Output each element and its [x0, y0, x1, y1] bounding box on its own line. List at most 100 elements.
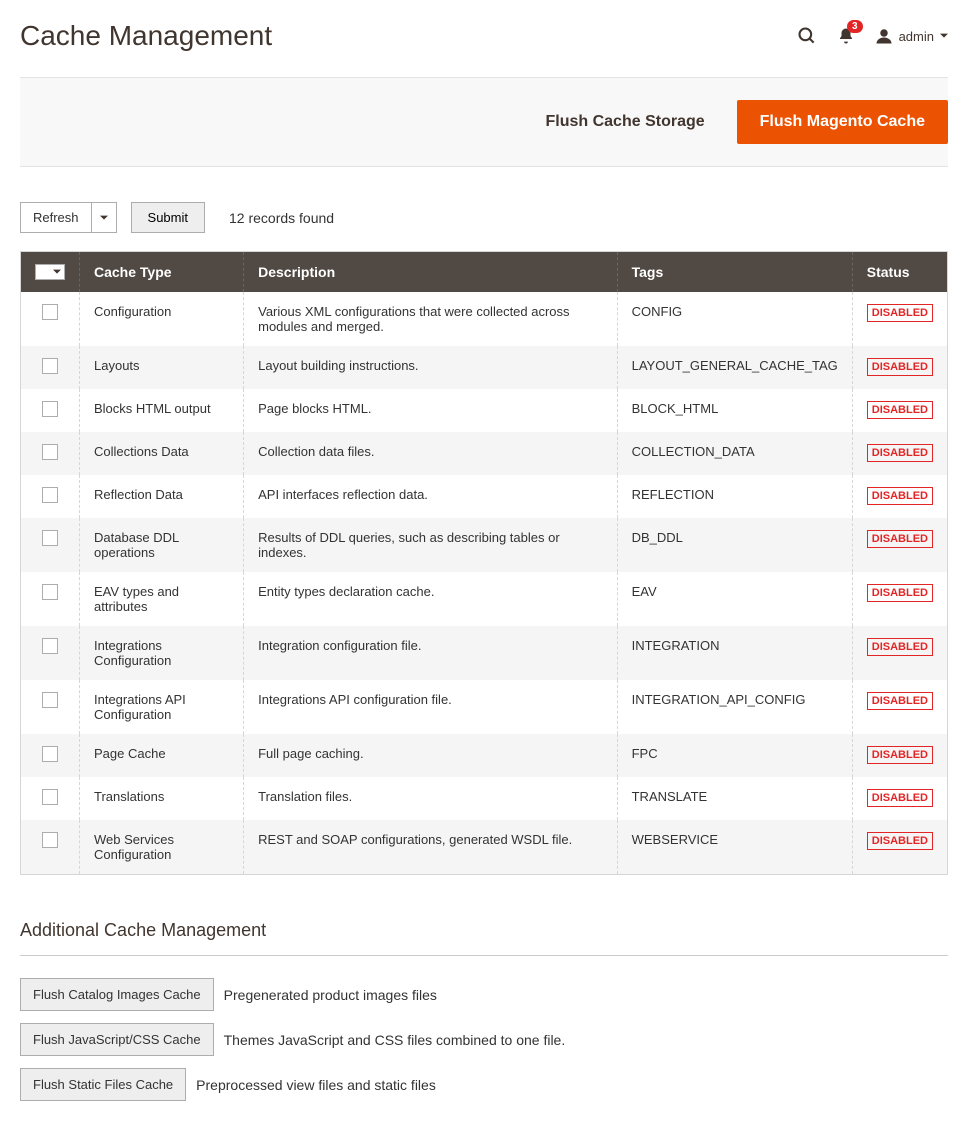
- status-badge: DISABLED: [867, 487, 933, 505]
- notifications-icon[interactable]: 3: [837, 26, 855, 46]
- additional-row: Flush JavaScript/CSS Cache Themes JavaScr…: [20, 1023, 948, 1056]
- cell-desc: REST and SOAP configurations, generated …: [244, 820, 618, 875]
- page-title: Cache Management: [20, 20, 272, 52]
- cell-type: Reflection Data: [80, 475, 244, 518]
- row-checkbox[interactable]: [42, 584, 58, 600]
- cell-tags: WEBSERVICE: [617, 820, 852, 875]
- cell-type: Translations: [80, 777, 244, 820]
- row-checkbox[interactable]: [42, 789, 58, 805]
- user-menu[interactable]: admin: [875, 27, 948, 45]
- cell-desc: Full page caching.: [244, 734, 618, 777]
- cell-type: Blocks HTML output: [80, 389, 244, 432]
- row-checkbox[interactable]: [42, 638, 58, 654]
- status-badge: DISABLED: [867, 789, 933, 807]
- select-all-checkbox[interactable]: [35, 264, 65, 280]
- cell-tags: REFLECTION: [617, 475, 852, 518]
- status-badge: DISABLED: [867, 530, 933, 548]
- cell-type: Configuration: [80, 292, 244, 346]
- table-row: TranslationsTranslation files.TRANSLATE D…: [21, 777, 948, 820]
- flush-magento-cache-button[interactable]: Flush Magento Cache: [737, 100, 948, 144]
- submit-button[interactable]: Submit: [131, 202, 205, 233]
- flush-desc: Preprocessed view files and static files: [196, 1077, 436, 1093]
- table-row: Collections DataCollection data files.CO…: [21, 432, 948, 475]
- cell-type: Web Services Configuration: [80, 820, 244, 875]
- cell-desc: Entity types declaration cache.: [244, 572, 618, 626]
- cell-desc: Results of DDL queries, such as describi…: [244, 518, 618, 572]
- records-found: 12 records found: [229, 210, 334, 226]
- table-row: Blocks HTML outputPage blocks HTML.BLOCK…: [21, 389, 948, 432]
- user-label: admin: [899, 29, 934, 44]
- cell-desc: Collection data files.: [244, 432, 618, 475]
- caret-down-icon: [53, 268, 61, 276]
- cell-desc: Layout building instructions.: [244, 346, 618, 389]
- cell-desc: Translation files.: [244, 777, 618, 820]
- status-badge: DISABLED: [867, 401, 933, 419]
- cell-tags: DB_DDL: [617, 518, 852, 572]
- row-checkbox[interactable]: [42, 304, 58, 320]
- table-row: EAV types and attributesEntity types dec…: [21, 572, 948, 626]
- row-checkbox[interactable]: [42, 358, 58, 374]
- status-badge: DISABLED: [867, 746, 933, 764]
- status-badge: DISABLED: [867, 304, 933, 322]
- notification-badge: 3: [847, 20, 863, 33]
- row-checkbox[interactable]: [42, 832, 58, 848]
- status-badge: DISABLED: [867, 444, 933, 462]
- row-checkbox[interactable]: [42, 401, 58, 417]
- cell-type: Layouts: [80, 346, 244, 389]
- table-row: Integrations API ConfigurationIntegratio…: [21, 680, 948, 734]
- cell-type: Page Cache: [80, 734, 244, 777]
- col-header-tags[interactable]: Tags: [617, 252, 852, 293]
- flush-button[interactable]: Flush JavaScript/CSS Cache: [20, 1023, 214, 1056]
- cell-tags: TRANSLATE: [617, 777, 852, 820]
- cell-desc: Various XML configurations that were col…: [244, 292, 618, 346]
- cell-desc: Page blocks HTML.: [244, 389, 618, 432]
- status-badge: DISABLED: [867, 832, 933, 850]
- cell-type: Database DDL operations: [80, 518, 244, 572]
- status-badge: DISABLED: [867, 692, 933, 710]
- cell-tags: BLOCK_HTML: [617, 389, 852, 432]
- caret-down-icon: [91, 203, 116, 232]
- cell-desc: Integrations API configuration file.: [244, 680, 618, 734]
- row-checkbox[interactable]: [42, 746, 58, 762]
- cell-type: Integrations API Configuration: [80, 680, 244, 734]
- row-checkbox[interactable]: [42, 692, 58, 708]
- divider: [20, 955, 948, 956]
- cell-type: Integrations Configuration: [80, 626, 244, 680]
- cell-tags: EAV: [617, 572, 852, 626]
- col-header-status[interactable]: Status: [852, 252, 947, 293]
- status-badge: DISABLED: [867, 584, 933, 602]
- cell-desc: API interfaces reflection data.: [244, 475, 618, 518]
- additional-row: Flush Catalog Images Cache Pregenerated p…: [20, 978, 948, 1011]
- cell-type: Collections Data: [80, 432, 244, 475]
- additional-title: Additional Cache Management: [20, 920, 948, 941]
- cell-desc: Integration configuration file.: [244, 626, 618, 680]
- table-row: LayoutsLayout building instructions.LAYO…: [21, 346, 948, 389]
- table-row: Page CacheFull page caching.FPC DISABLED: [21, 734, 948, 777]
- col-header-desc[interactable]: Description: [244, 252, 618, 293]
- cell-tags: LAYOUT_GENERAL_CACHE_TAG: [617, 346, 852, 389]
- table-row: Database DDL operationsResults of DDL qu…: [21, 518, 948, 572]
- flush-desc: Themes JavaScript and CSS files combined…: [224, 1032, 566, 1048]
- table-row: Integrations ConfigurationIntegration co…: [21, 626, 948, 680]
- flush-button[interactable]: Flush Catalog Images Cache: [20, 978, 214, 1011]
- cell-type: EAV types and attributes: [80, 572, 244, 626]
- cell-tags: INTEGRATION_API_CONFIG: [617, 680, 852, 734]
- additional-row: Flush Static Files Cache Preprocessed vie…: [20, 1068, 948, 1101]
- flush-cache-storage-button[interactable]: Flush Cache Storage: [527, 103, 722, 141]
- col-header-type[interactable]: Cache Type: [80, 252, 244, 293]
- cache-table: Cache Type Description Tags Status Confi…: [20, 251, 948, 875]
- status-badge: DISABLED: [867, 638, 933, 656]
- table-row: ConfigurationVarious XML configurations …: [21, 292, 948, 346]
- cell-tags: COLLECTION_DATA: [617, 432, 852, 475]
- user-icon: [875, 27, 893, 45]
- row-checkbox[interactable]: [42, 487, 58, 503]
- flush-desc: Pregenerated product images files: [224, 987, 437, 1003]
- cell-tags: CONFIG: [617, 292, 852, 346]
- flush-button[interactable]: Flush Static Files Cache: [20, 1068, 186, 1101]
- search-icon[interactable]: [797, 26, 817, 46]
- row-checkbox[interactable]: [42, 530, 58, 546]
- table-row: Reflection DataAPI interfaces reflection…: [21, 475, 948, 518]
- cell-tags: FPC: [617, 734, 852, 777]
- mass-action-select[interactable]: Refresh: [20, 202, 117, 233]
- row-checkbox[interactable]: [42, 444, 58, 460]
